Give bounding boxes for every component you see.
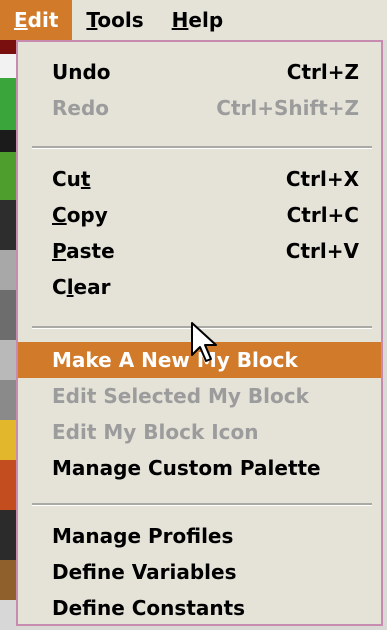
arrow-pointer-icon bbox=[191, 322, 217, 362]
menu-item-redo[interactable]: Redo Ctrl+Shift+Z bbox=[18, 90, 381, 126]
menu-help-mnemonic: H bbox=[171, 8, 189, 32]
copy-label: Copy bbox=[52, 203, 108, 227]
clear-label-pre: C bbox=[52, 275, 67, 299]
redo-label: Redo bbox=[52, 96, 110, 120]
menu-item-edit-selected-my-block[interactable]: Edit Selected My Block bbox=[18, 378, 381, 414]
background-app-strip bbox=[0, 40, 16, 630]
menu-item-clear[interactable]: Clear bbox=[18, 269, 381, 305]
paste-label-post: aste bbox=[66, 239, 115, 263]
menu-separator bbox=[32, 503, 372, 506]
menu-help[interactable]: Help bbox=[158, 0, 238, 40]
menu-item-edit-my-block-icon[interactable]: Edit My Block Icon bbox=[18, 414, 381, 450]
menu-item-paste[interactable]: Paste Ctrl+V bbox=[18, 233, 381, 269]
copy-shortcut: Ctrl+C bbox=[286, 203, 359, 227]
define-variables-label: Define Variables bbox=[52, 560, 237, 584]
copy-label-post: opy bbox=[66, 203, 108, 227]
menu-item-copy[interactable]: Copy Ctrl+C bbox=[18, 197, 381, 233]
undo-shortcut: Ctrl+Z bbox=[286, 60, 359, 84]
cut-label: Cut bbox=[52, 167, 90, 191]
edit-block-label: Edit Selected My Block bbox=[52, 384, 309, 408]
menu-tools-label: ools bbox=[97, 8, 144, 32]
cut-label-mnemonic: t bbox=[80, 167, 91, 191]
manage-profiles-label: Manage Profiles bbox=[52, 524, 234, 548]
clear-label-post: ear bbox=[73, 275, 111, 299]
menu-item-cut[interactable]: Cut Ctrl+X bbox=[18, 161, 381, 197]
edit-icon-label: Edit My Block Icon bbox=[52, 420, 259, 444]
menu-item-manage-profiles[interactable]: Manage Profiles bbox=[18, 518, 381, 554]
menu-separator bbox=[32, 146, 372, 149]
clear-label: Clear bbox=[52, 275, 110, 299]
menu-bar: Edit Tools Help bbox=[0, 0, 387, 40]
manage-palette-label: Manage Custom Palette bbox=[52, 456, 321, 480]
cut-label-pre: Cu bbox=[52, 167, 81, 191]
undo-label: Undo bbox=[52, 60, 111, 84]
redo-shortcut: Ctrl+Shift+Z bbox=[216, 96, 359, 120]
menu-item-define-variables[interactable]: Define Variables bbox=[18, 554, 381, 590]
menu-item-define-constants[interactable]: Define Constants bbox=[18, 590, 381, 626]
menu-edit[interactable]: Edit bbox=[0, 0, 73, 40]
paste-label-mnemonic: P bbox=[52, 239, 67, 263]
menu-item-undo[interactable]: Undo Ctrl+Z bbox=[18, 54, 381, 90]
copy-label-mnemonic: C bbox=[52, 203, 67, 227]
clear-label-mnemonic: l bbox=[66, 275, 74, 299]
menu-help-label: elp bbox=[188, 8, 224, 32]
menu-edit-label: dit bbox=[27, 8, 59, 32]
menu-tools[interactable]: Tools bbox=[72, 0, 157, 40]
menu-tools-mnemonic: T bbox=[86, 8, 98, 32]
paste-shortcut: Ctrl+V bbox=[285, 239, 359, 263]
make-block-label: Make A New My Block bbox=[52, 348, 298, 372]
menu-edit-mnemonic: E bbox=[14, 8, 28, 32]
paste-label: Paste bbox=[52, 239, 115, 263]
define-constants-label: Define Constants bbox=[52, 596, 246, 620]
cut-shortcut: Ctrl+X bbox=[285, 167, 359, 191]
menu-item-manage-custom-palette[interactable]: Manage Custom Palette bbox=[18, 450, 381, 486]
